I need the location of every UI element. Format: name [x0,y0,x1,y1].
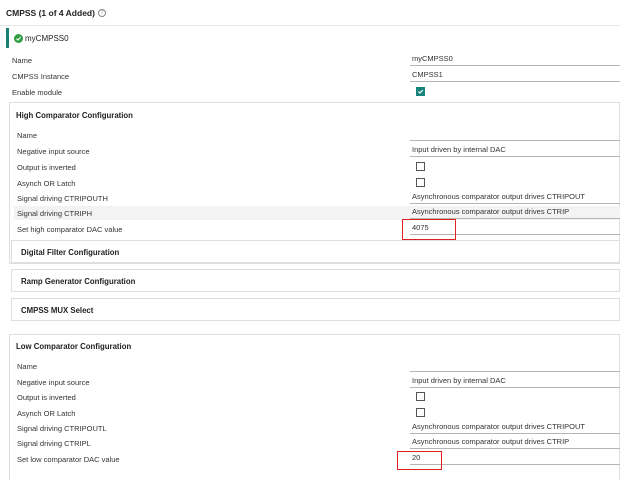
low-row-asynch-or-latch: Asynch OR Latch [14,406,620,420]
high-asynch-or-latch-checkbox[interactable] [416,178,425,187]
low-dac-value-label: Set low comparator DAC value [17,454,120,464]
high-output-inverted-label: Output is inverted [17,162,76,172]
mux-select-title: CMPSS MUX Select [21,306,94,315]
panel-title: CMPSS (1 of 4 Added) [6,7,95,18]
name-input[interactable]: myCMPSS0 [410,53,620,66]
high-ctriph-label: Signal driving CTRIPH [17,208,93,218]
enable-module-checkbox[interactable] [416,87,425,96]
digital-filter-section[interactable]: Digital Filter Configuration [11,240,620,263]
low-name-input[interactable] [410,359,620,372]
high-ctriph-select[interactable]: Asynchronous comparator output drives CT… [410,206,620,219]
ramp-generator-section[interactable]: Ramp Generator Configuration [11,269,620,292]
high-row-asynch-or-latch: Asynch OR Latch [14,176,620,190]
high-negative-input-select[interactable]: Input driven by internal DAC [410,144,620,157]
ramp-generator-title: Ramp Generator Configuration [21,277,136,286]
low-comparator-title[interactable]: Low Comparator Configuration [16,342,131,351]
name-label: Name [12,55,33,65]
low-ctripoutl-label: Signal driving CTRIPOUTL [17,423,107,433]
high-asynch-or-latch-label: Asynch OR Latch [17,178,76,188]
high-row-output-inverted: Output is inverted [14,160,620,174]
panel-header: CMPSS (1 of 4 Added) ? [0,0,620,26]
low-asynch-or-latch-label: Asynch OR Latch [17,408,76,418]
low-ctripl-label: Signal driving CTRIPL [17,438,91,448]
low-ctripoutl-select[interactable]: Asynchronous comparator output drives CT… [410,421,620,434]
low-negative-input-label: Negative input source [17,377,90,387]
high-ctripouth-select[interactable]: Asynchronous comparator output drives CT… [410,191,620,204]
instance-item-mycmpss0[interactable]: myCMPSS0 [6,28,620,48]
high-dac-highlight-box [402,219,456,240]
high-ctripouth-label: Signal driving CTRIPOUTH [17,193,108,203]
instance-name: myCMPSS0 [25,33,69,43]
mux-select-section[interactable]: CMPSS MUX Select [11,298,620,321]
question-circle-icon[interactable]: ? [97,8,106,17]
enable-module-label: Enable module [12,87,63,97]
low-ctripl-select[interactable]: Asynchronous comparator output drives CT… [410,436,620,449]
high-name-label: Name [17,130,38,140]
high-negative-input-label: Negative input source [17,146,90,156]
high-output-inverted-checkbox[interactable] [416,162,425,171]
low-output-inverted-checkbox[interactable] [416,392,425,401]
digital-filter-title: Digital Filter Configuration [21,248,120,257]
instance-select[interactable]: CMPSS1 [410,69,620,82]
low-asynch-or-latch-checkbox[interactable] [416,408,425,417]
high-comparator-title[interactable]: High Comparator Configuration [16,111,133,120]
low-name-label: Name [17,361,38,371]
low-negative-input-select[interactable]: Input driven by internal DAC [410,375,620,388]
row-enable-module: Enable module [10,85,620,99]
low-dac-highlight-box [397,451,442,470]
high-dac-value-label: Set high comparator DAC value [17,224,123,234]
low-output-inverted-label: Output is inverted [17,392,76,402]
check-circle-icon [14,33,23,43]
high-name-input[interactable] [410,128,620,141]
low-row-output-inverted: Output is inverted [14,390,620,404]
instance-label: CMPSS Instance [12,71,70,81]
